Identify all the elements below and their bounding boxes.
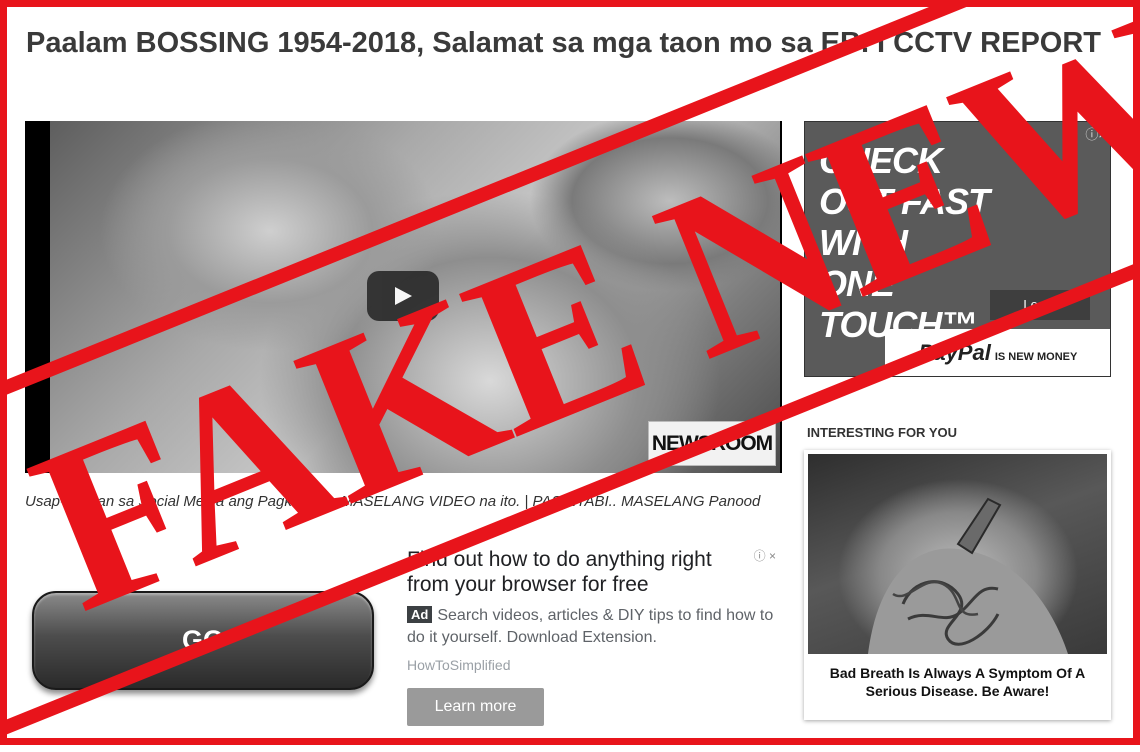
promo-title[interactable]: Bad Breath Is Always A Symptom Of A Seri… (810, 664, 1105, 700)
ad-source[interactable]: HowToSimplified (407, 657, 782, 673)
recommendations-heading: INTERESTING FOR YOU (807, 425, 957, 440)
adchoices-icon[interactable]: ⓘ × (754, 547, 776, 564)
recommendation-card[interactable]: Bad Breath Is Always A Symptom Of A Seri… (804, 450, 1111, 720)
text-ad[interactable]: Find out how to do anything right from y… (407, 547, 782, 726)
parasite-hand-illustration (868, 497, 1068, 654)
ad-body: Ad Search videos, articles & DIY tips to … (407, 605, 777, 649)
promo-image[interactable] (808, 454, 1107, 654)
learn-more-button[interactable]: Learn more (407, 688, 544, 726)
ad-badge: Ad (407, 606, 433, 623)
ad-headline[interactable]: Find out how to do anything right from y… (407, 547, 742, 597)
ad-description: Search videos, articles & DIY tips to fi… (407, 607, 774, 646)
paypal-tagline: IS NEW MONEY (994, 351, 1078, 363)
